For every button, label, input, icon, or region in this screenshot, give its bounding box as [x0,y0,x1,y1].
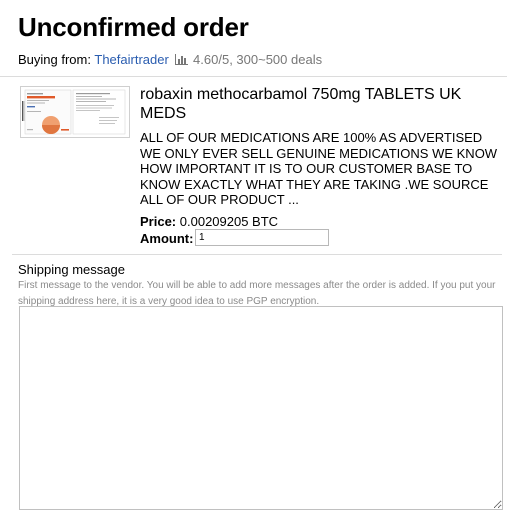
price-row: Price: 0.00209205 BTC [140,214,278,229]
amount-input[interactable] [195,229,329,246]
vendor-rating: 4.60/5, 300~500 deals [193,52,323,67]
header-divider [0,76,507,77]
rating-chart-icon [175,54,189,65]
product-image[interactable] [20,86,130,138]
shipping-message-textarea[interactable] [19,306,503,510]
amount-label: Amount: [140,231,194,246]
amount-row: Amount: [140,231,193,246]
product-description: ALL OF OUR MEDICATIONS ARE 100% AS ADVER… [140,130,498,207]
shipping-message-hint: First message to the vendor. You will be… [18,280,496,307]
product-divider [12,254,502,255]
buying-from-label: Buying from: [18,52,91,67]
price-label: Price: [140,214,177,229]
product-title[interactable]: robaxin methocarbamol 750mg TABLETS UK M… [140,85,500,123]
vendor-line: Buying from: Thefairtrader 4.60/5, 300~5… [18,52,322,68]
price-value: 0.00209205 BTC [179,214,279,229]
product-box-illustration [21,87,129,137]
page-title: Unconfirmed order [18,12,249,42]
vendor-link[interactable]: Thefairtrader [94,52,168,67]
shipping-message-label: Shipping message [18,262,125,277]
